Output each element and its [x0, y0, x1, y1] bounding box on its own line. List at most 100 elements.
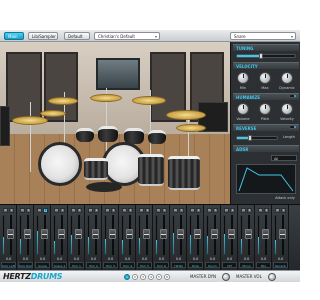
mute-solo-buttons: MS: [20, 208, 31, 213]
crash-cymbal-right[interactable]: [132, 96, 166, 105]
channel-value: 0.0: [209, 257, 216, 261]
kit-select[interactable]: Christian's Default ▾: [94, 32, 160, 40]
solo-button[interactable]: S: [43, 208, 48, 213]
mute-button[interactable]: M: [54, 208, 59, 213]
mute-button[interactable]: M: [224, 208, 229, 213]
fader-handle[interactable]: [126, 229, 133, 239]
tom-2[interactable]: [98, 126, 118, 142]
mute-button[interactable]: M: [139, 208, 144, 213]
tab-library[interactable]: Lib/Sampler: [28, 32, 58, 40]
solo-button[interactable]: S: [179, 208, 184, 213]
solo-button[interactable]: S: [26, 208, 31, 213]
mixer-section: M S 0.0 Kick Left M S 0.0 Kick Right M S 0.0 Snare M…: [0, 204, 300, 271]
solo-button[interactable]: S: [145, 208, 150, 213]
fader-handle[interactable]: [228, 229, 235, 239]
fader-handle[interactable]: [109, 229, 116, 239]
master-dyn-knob[interactable]: [222, 273, 230, 281]
adsr-mode-select[interactable]: All: [271, 155, 297, 161]
mute-button[interactable]: M: [275, 208, 280, 213]
mute-solo-buttons: MS: [190, 208, 201, 213]
instrument-select[interactable]: Snare ▾: [230, 32, 296, 40]
solo-button[interactable]: S: [196, 208, 201, 213]
reverse-length-slider[interactable]: [236, 135, 278, 141]
crash-cymbal-left[interactable]: [48, 97, 78, 105]
mute-button[interactable]: M: [173, 208, 178, 213]
solo-button[interactable]: S: [111, 208, 116, 213]
mute-button[interactable]: M: [258, 208, 263, 213]
reverse-toggle[interactable]: [289, 125, 297, 129]
floor-tom-1[interactable]: [138, 154, 164, 186]
tab-main[interactable]: Main: [4, 32, 24, 40]
tuning-slider-thumb[interactable]: [259, 53, 264, 59]
fader-handle[interactable]: [7, 229, 14, 239]
tom-1[interactable]: [76, 128, 94, 142]
humanize-pitch-knob[interactable]: [259, 103, 271, 115]
solo-button[interactable]: S: [9, 208, 14, 213]
adsr-envelope-editor[interactable]: [236, 164, 296, 194]
fader-handle[interactable]: [58, 229, 65, 239]
mute-button[interactable]: M: [105, 208, 110, 213]
velocity-min-knob[interactable]: [237, 72, 249, 84]
ride-cymbal[interactable]: [166, 110, 206, 120]
solo-button[interactable]: S: [230, 208, 235, 213]
channel-value: 0.0: [22, 257, 29, 261]
mute-button[interactable]: M: [241, 208, 246, 213]
humanize-volume-knob[interactable]: [237, 103, 249, 115]
tom-4[interactable]: [148, 130, 166, 144]
mute-button[interactable]: M: [3, 208, 8, 213]
mute-button[interactable]: M: [190, 208, 195, 213]
reverse-slider-thumb[interactable]: [248, 135, 253, 141]
velocity-dynamic-knob[interactable]: [281, 72, 293, 84]
solo-button[interactable]: S: [60, 208, 65, 213]
tuning-slider-fill: [237, 55, 261, 57]
preset-button[interactable]: Default: [64, 32, 90, 40]
fader-handle[interactable]: [160, 229, 167, 239]
china-cymbal[interactable]: [176, 124, 206, 132]
kick-drum-left[interactable]: [38, 142, 82, 186]
fader-handle[interactable]: [211, 229, 218, 239]
tuning-slider[interactable]: [236, 53, 296, 59]
floor-tom-2[interactable]: [168, 156, 200, 190]
fader-handle[interactable]: [75, 229, 82, 239]
mute-button[interactable]: M: [207, 208, 212, 213]
solo-button[interactable]: S: [264, 208, 269, 213]
humanize-toggle[interactable]: [289, 94, 297, 98]
fader-handle[interactable]: [194, 229, 201, 239]
mute-button[interactable]: M: [156, 208, 161, 213]
solo-button[interactable]: S: [128, 208, 133, 213]
page-dot[interactable]: 5: [156, 274, 162, 280]
fader-handle[interactable]: [41, 229, 48, 239]
page-dot[interactable]: 4: [148, 274, 154, 280]
velocity-max-knob[interactable]: [259, 72, 271, 84]
hihat-cymbal[interactable]: [12, 116, 48, 125]
solo-button[interactable]: S: [77, 208, 82, 213]
solo-button[interactable]: S: [213, 208, 218, 213]
fader-handle[interactable]: [279, 229, 286, 239]
fader-handle[interactable]: [177, 229, 184, 239]
mute-button[interactable]: M: [71, 208, 76, 213]
solo-button[interactable]: S: [281, 208, 286, 213]
fader-handle[interactable]: [24, 229, 31, 239]
mute-button[interactable]: M: [88, 208, 93, 213]
fader-handle[interactable]: [92, 229, 99, 239]
humanize-velocity-knob[interactable]: [281, 103, 293, 115]
mute-button[interactable]: M: [20, 208, 25, 213]
crash-cymbal-center[interactable]: [90, 94, 122, 102]
page-dot[interactable]: 6: [164, 274, 170, 280]
fader-handle[interactable]: [245, 229, 252, 239]
splash-cymbal[interactable]: [40, 110, 66, 117]
solo-button[interactable]: S: [94, 208, 99, 213]
fader-handle[interactable]: [262, 229, 269, 239]
master-vol-knob[interactable]: [268, 273, 276, 281]
solo-button[interactable]: S: [162, 208, 167, 213]
page-dot[interactable]: 3: [140, 274, 146, 280]
mute-button[interactable]: M: [122, 208, 127, 213]
snare-drum[interactable]: [84, 158, 108, 180]
channel-name: Tom 5: [137, 262, 152, 268]
level-meter-fill: [20, 239, 21, 254]
page-dot[interactable]: 2: [132, 274, 138, 280]
mute-button[interactable]: M: [37, 208, 42, 213]
fader-handle[interactable]: [143, 229, 150, 239]
page-dot[interactable]: 1: [124, 274, 130, 280]
solo-button[interactable]: S: [247, 208, 252, 213]
